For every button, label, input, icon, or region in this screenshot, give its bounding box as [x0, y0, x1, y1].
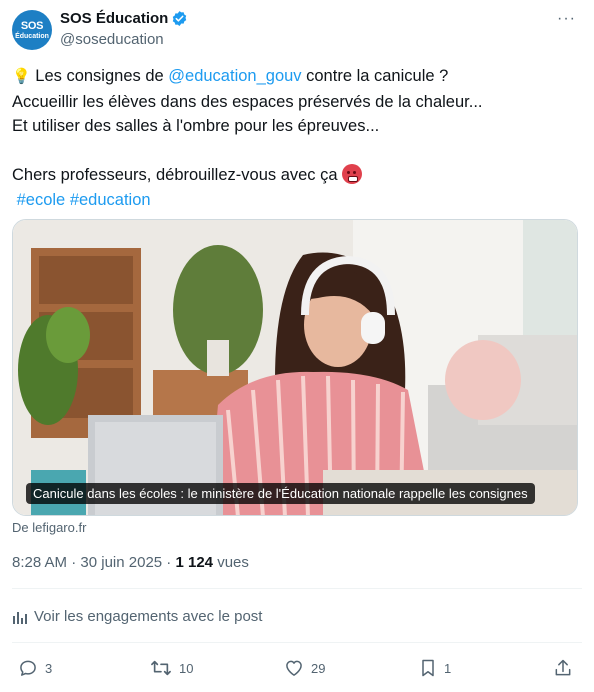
view-engagements-label: Voir les engagements avec le post	[34, 608, 263, 625]
tweet-blank-line	[12, 139, 582, 164]
repost-count: 10	[179, 660, 194, 676]
views-count: 1 124	[175, 554, 214, 571]
tweet-line-1: 💡 Les consignes de @education_gouv contr…	[12, 64, 582, 90]
mention-link[interactable]: @education_gouv	[168, 67, 301, 85]
hashtag-link[interactable]: #education	[70, 191, 151, 209]
tweet-time[interactable]: 8:28 AM	[12, 554, 67, 571]
meta-separator: ·	[162, 554, 176, 571]
tweet-hashtags: #ecole #education	[12, 188, 582, 213]
tweet-text-segment: Chers professeurs, débrouillez-vous avec…	[12, 166, 338, 184]
avatar[interactable]: SOS Éducation	[12, 10, 52, 50]
author-name[interactable]: SOS Éducation	[60, 10, 168, 27]
avatar-text-top: SOS	[20, 19, 44, 32]
tweet-header: SOS Éducation SOS Éducation @soseducatio…	[12, 8, 582, 52]
heart-icon	[286, 660, 302, 676]
tweet-text-segment: contre la canicule ?	[301, 67, 449, 85]
tweet-text-segment: Les consignes de	[30, 67, 169, 85]
lightbulb-emoji-icon: 💡	[12, 68, 31, 85]
link-source[interactable]: De lefigaro.fr	[12, 520, 86, 535]
analytics-icon	[13, 611, 27, 624]
hashtag-link[interactable]: #ecole	[17, 191, 66, 209]
share-button[interactable]	[553, 655, 580, 681]
tweet-line-2: Accueillir les élèves dans des espaces p…	[12, 92, 483, 111]
link-preview-card[interactable]: Canicule dans les écoles : le ministère …	[12, 219, 578, 516]
more-options-icon[interactable]: ···	[557, 10, 576, 28]
reply-icon	[20, 660, 36, 676]
tweet-text: 💡 Les consignes de @education_gouv contr…	[12, 64, 582, 212]
divider	[12, 588, 582, 589]
author-handle[interactable]: @soseducation	[60, 31, 164, 48]
like-count: 29	[311, 660, 326, 676]
repost-icon	[151, 660, 171, 676]
meta-separator: ·	[67, 554, 81, 571]
bookmark-button[interactable]: 1	[419, 655, 451, 681]
card-caption: Canicule dans les écoles : le ministère …	[26, 483, 535, 504]
tweet-line-4: Chers professeurs, débrouillez-vous avec…	[12, 163, 582, 188]
reply-button[interactable]: 3	[18, 655, 52, 681]
avatar-text-bottom: Éducation	[15, 32, 49, 40]
share-icon	[555, 659, 571, 676]
like-button[interactable]: 29	[284, 655, 325, 681]
tweet-line-3: Et utiliser des salles à l'ombre pour le…	[12, 117, 380, 135]
view-engagements-link[interactable]: Voir les engagements avec le post	[12, 608, 262, 625]
tweet-meta: 8:28 AM · 30 juin 2025 · 1 124 vues	[12, 554, 249, 571]
card-image	[13, 220, 577, 515]
views-label: vues	[213, 554, 249, 571]
author-name-line: SOS Éducation	[60, 10, 188, 27]
repost-button[interactable]: 10	[150, 655, 193, 681]
verified-badge-icon	[173, 11, 187, 26]
hot-face-emoji-icon	[342, 164, 363, 184]
action-bar: 3 10 29 1	[12, 655, 582, 681]
bookmark-count: 1	[444, 660, 452, 676]
bookmark-icon	[422, 659, 434, 677]
reply-count: 3	[45, 660, 53, 676]
tweet-date[interactable]: 30 juin 2025	[80, 554, 162, 571]
divider	[12, 642, 582, 643]
